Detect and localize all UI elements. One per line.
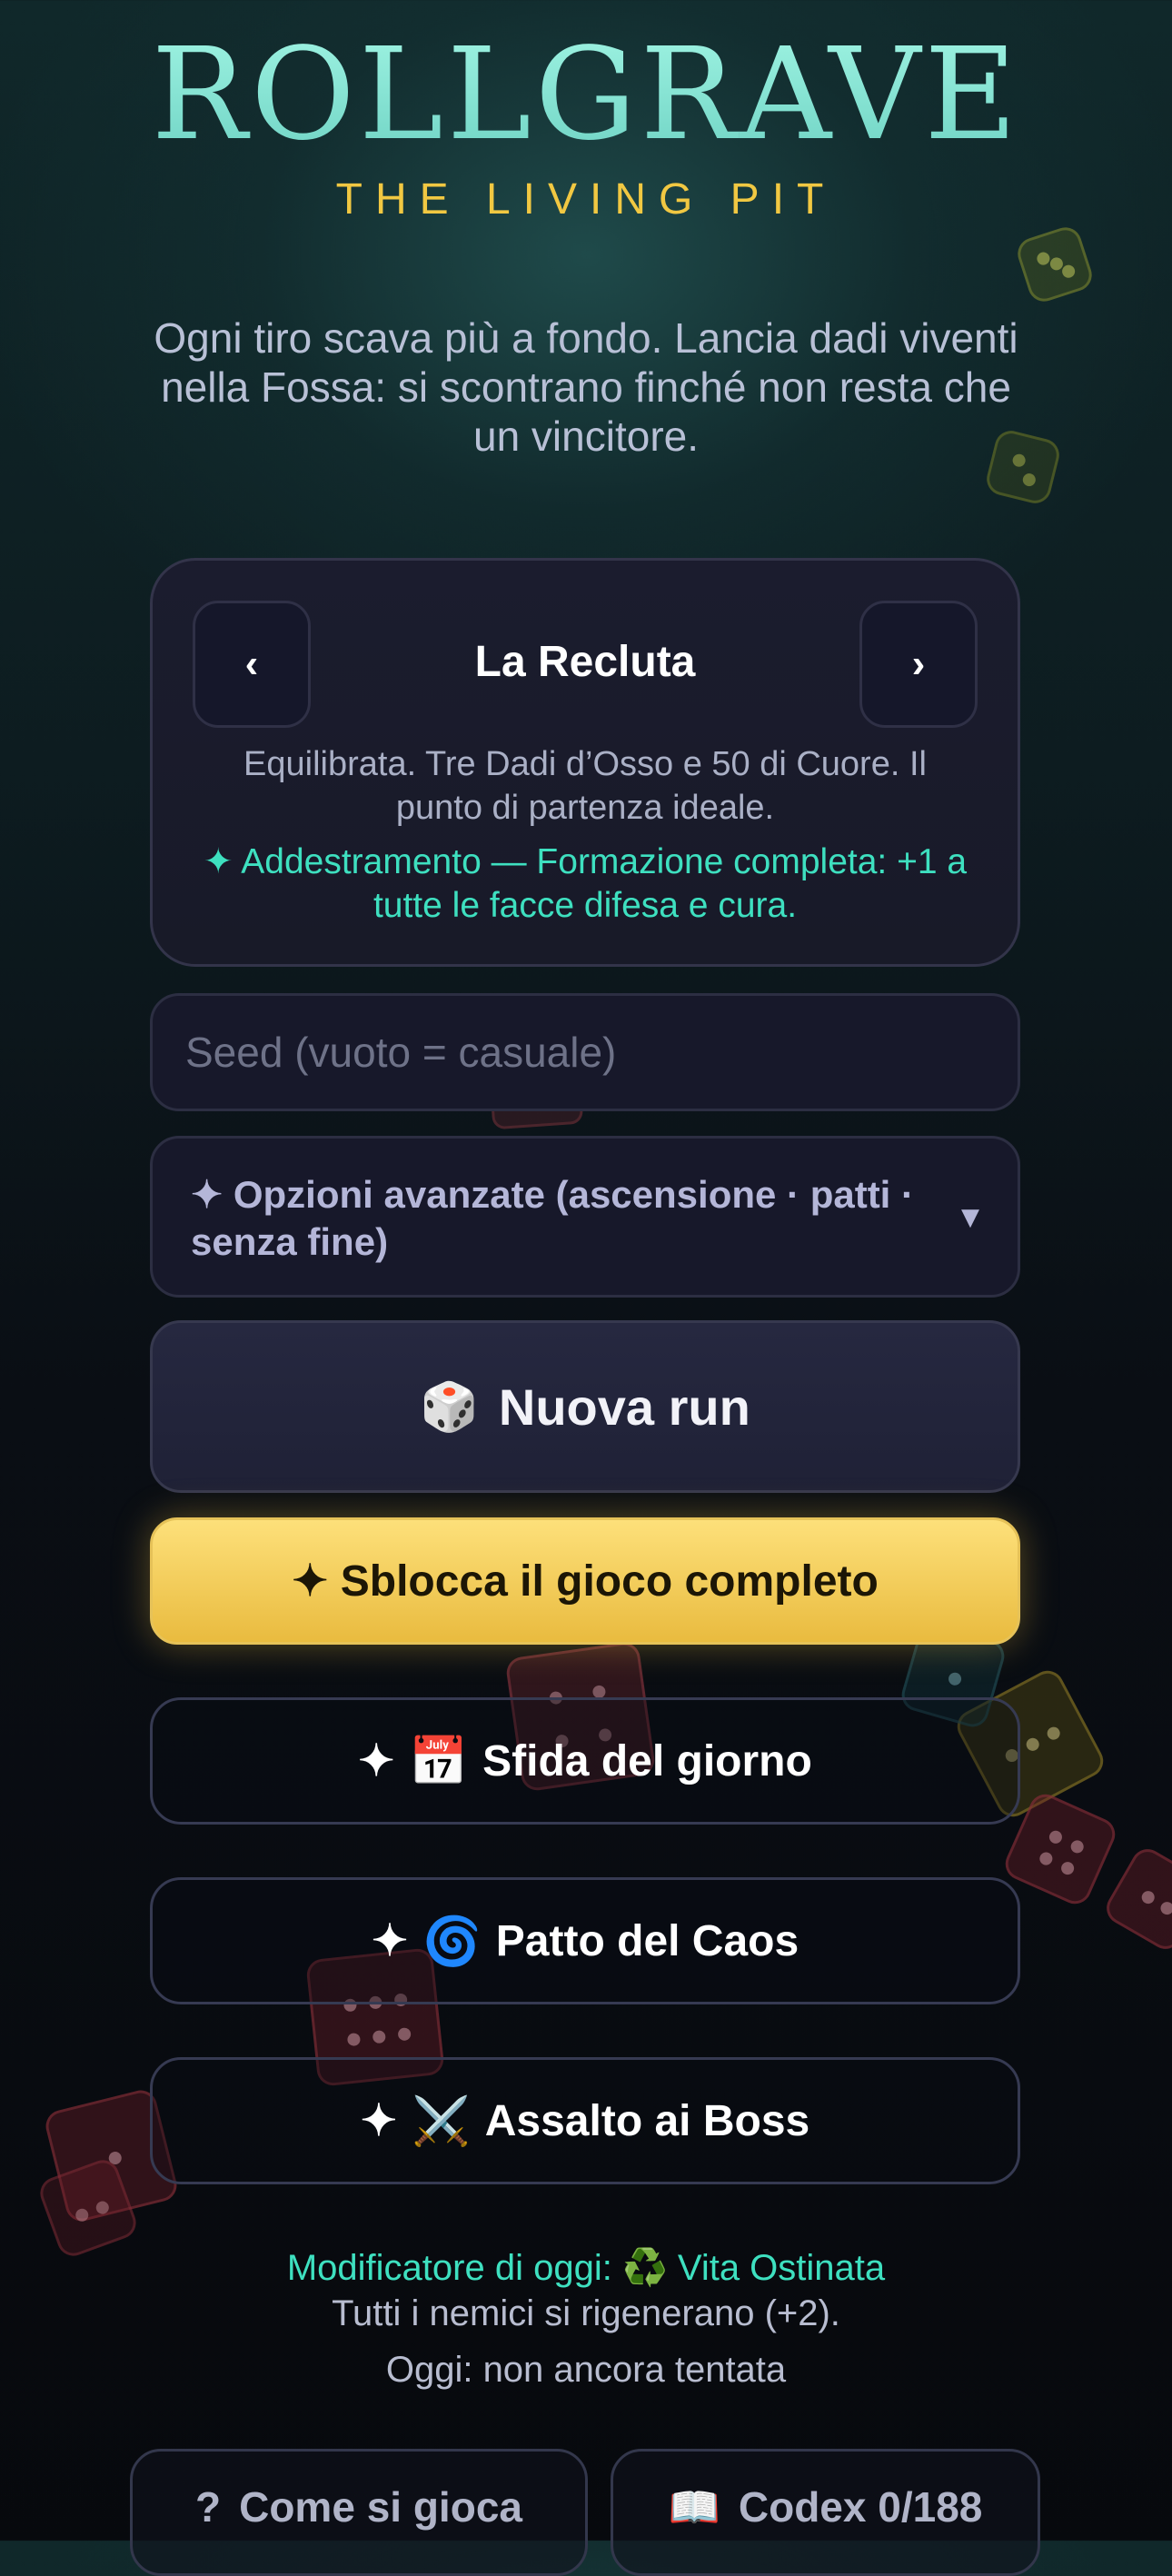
- dice-icon: 🎲: [420, 1380, 479, 1434]
- boss-assault-button[interactable]: ✦ ⚔️ Assalto ai Boss: [150, 2057, 1020, 2184]
- decorative-die: [1100, 1843, 1172, 1955]
- intro-text: Ogni tiro scava più a fondo. Lancia dadi…: [154, 314, 1018, 460]
- advanced-options-label: ✦ Opzioni avanzate (ascensione · patti ·…: [191, 1173, 915, 1263]
- chaos-pact-label: Patto del Caos: [495, 1916, 800, 1965]
- daily-challenge-button[interactable]: ✦ 📅 Sfida del giorno: [150, 1697, 1020, 1825]
- chaos-pact-button[interactable]: ✦ 🌀 Patto del Caos: [150, 1877, 1020, 2004]
- question-icon: ?: [195, 2483, 222, 2531]
- daily-attempt-status: Oggi: non ancora tentata: [385, 2350, 787, 2390]
- previous-preset-button[interactable]: ‹: [193, 601, 311, 728]
- chevron-down-icon: ▼: [961, 1204, 979, 1231]
- cyclone-icon: 🌀: [422, 1915, 482, 1968]
- how-to-play-label: Come si gioca: [239, 2483, 522, 2531]
- daily-modifier-title: Modificatore di oggi: ♻️ Vita Ostinata: [286, 2248, 886, 2288]
- book-icon: 📖: [668, 2483, 720, 2531]
- sparkle-icon: ✦: [371, 1917, 409, 1965]
- crossed-swords-icon: ⚔️: [412, 2094, 471, 2148]
- app-title: ROLLGRAVE: [0, 27, 1172, 164]
- boss-assault-label: Assalto ai Boss: [484, 2096, 810, 2145]
- daily-challenge-label: Sfida del giorno: [482, 1736, 812, 1785]
- seed-input[interactable]: [150, 993, 1020, 1111]
- next-preset-button[interactable]: ›: [859, 601, 978, 728]
- how-to-play-button[interactable]: ? Come si gioca: [130, 2449, 588, 2576]
- preset-bonus: ✦ Addestramento — Formazione completa: +…: [203, 842, 968, 925]
- advanced-options-toggle[interactable]: ✦ Opzioni avanzate (ascensione · patti ·…: [150, 1136, 1020, 1298]
- daily-modifier-description: Tutti i nemici si rigenerano (+2).: [332, 2293, 840, 2333]
- sparkle-icon: ✦: [360, 2097, 397, 2145]
- app-subtitle: THE LIVING PIT: [335, 175, 837, 224]
- calendar-icon: 📅: [409, 1735, 469, 1788]
- codex-button[interactable]: 📖 Codex 0/188: [611, 2449, 1040, 2576]
- preset-name: La Recluta: [474, 638, 696, 686]
- sparkle-icon: ✦: [358, 1737, 395, 1785]
- preset-description: Equilibrata. Tre Dadi d’Osso e 50 di Cuo…: [243, 745, 927, 827]
- preset-selector: ‹ La Recluta › Equilibrata. Tre Dadi d’O…: [150, 558, 1020, 967]
- new-run-button[interactable]: 🎲 Nuova run: [150, 1320, 1020, 1493]
- decorative-die: [1013, 223, 1097, 306]
- unlock-full-game-button[interactable]: ✦ Sblocca il gioco completo: [150, 1517, 1020, 1645]
- new-run-label: Nuova run: [498, 1378, 750, 1436]
- codex-label: Codex 0/188: [738, 2483, 983, 2531]
